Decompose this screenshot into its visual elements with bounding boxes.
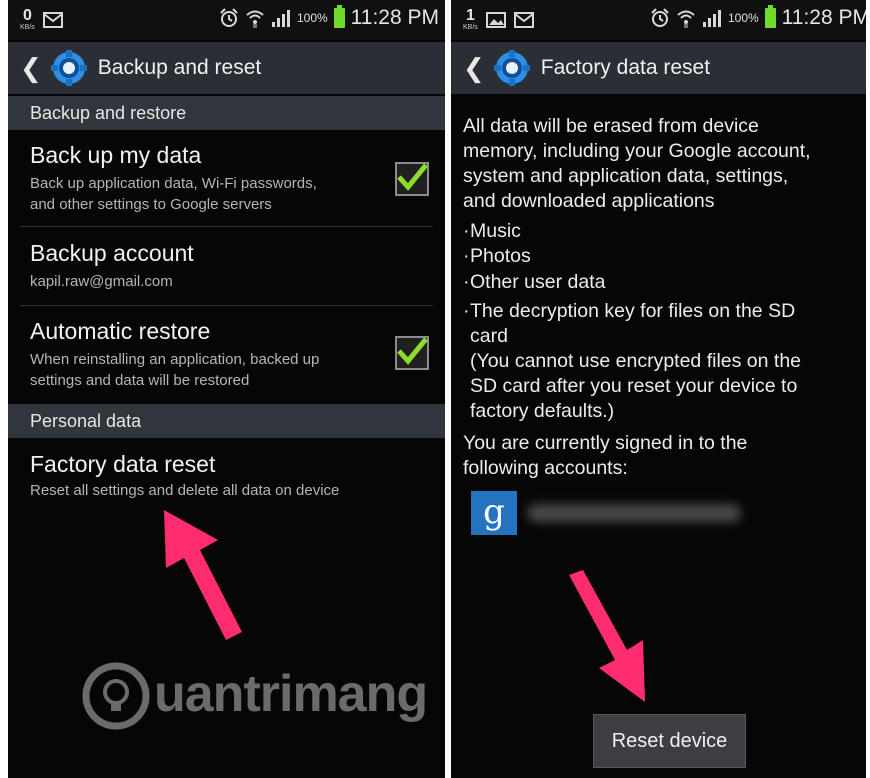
backup-reset-screen: 0 KB/s 100% 11:28 PM ❮ Backup and reset … — [8, 0, 445, 778]
watermark-text: uantrimang — [154, 665, 428, 723]
reset-device-button[interactable]: Reset device — [593, 714, 746, 768]
factory-reset-screen: 1 KB/s 100% 11:28 PM ❮ Factory data rese… — [451, 0, 866, 778]
lightbulb-logo-icon — [82, 662, 150, 730]
watermark-logo: uantrimang — [80, 660, 428, 730]
pointer-arrow — [569, 570, 645, 702]
